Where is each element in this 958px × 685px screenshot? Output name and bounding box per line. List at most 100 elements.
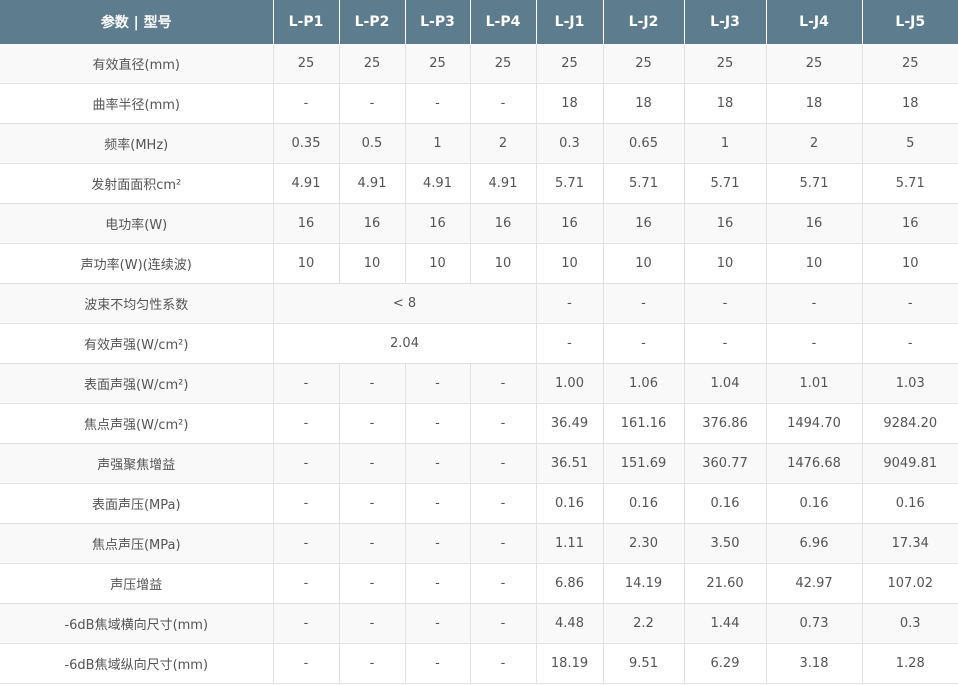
table-row: 发射面面积cm² 4.91 4.91 4.91 4.91 5.71 5.71 5.71 5.71… — [0, 163, 958, 204]
table-cell: 18 — [684, 83, 767, 124]
table-cell: - — [273, 403, 340, 444]
table-cell: 4.48 — [536, 603, 604, 644]
row-label: 焦点声强(W/cm²) — [0, 403, 274, 444]
table-cell: 25 — [862, 44, 958, 84]
table-cell: 1476.68 — [766, 443, 863, 484]
table-cell: 1.04 — [684, 363, 767, 404]
table-cell: 5.71 — [536, 163, 604, 204]
table-cell: 25 — [405, 44, 471, 84]
table-cell: - — [470, 363, 537, 404]
table-cell: - — [470, 443, 537, 484]
table-cell: 16 — [470, 203, 537, 244]
table-cell: 0.5 — [339, 123, 406, 164]
table-cell: 6.96 — [766, 523, 863, 564]
table-cell: 6.86 — [536, 563, 604, 604]
table-cell: - — [339, 523, 406, 564]
table-cell: 5.71 — [684, 163, 767, 204]
table-cell: 9049.81 — [862, 443, 958, 484]
row-label: 有效声强(W/cm²) — [0, 323, 274, 364]
table-cell: 6.29 — [684, 643, 767, 684]
table-cell: 1.28 — [862, 643, 958, 684]
table-cell: 0.16 — [603, 483, 685, 524]
table-cell: 2.30 — [603, 523, 685, 564]
table-cell: 0.3 — [536, 123, 604, 164]
table-cell: - — [339, 403, 406, 444]
table-cell: 4.91 — [339, 163, 406, 204]
table-cell: - — [405, 523, 471, 564]
table-cell: - — [405, 563, 471, 604]
table-cell: - — [273, 83, 340, 124]
table-cell: 25 — [684, 44, 767, 84]
table-cell: 1 — [684, 123, 767, 164]
header-l-j3: L-J3 — [684, 0, 767, 44]
table-cell: 21.60 — [684, 563, 767, 604]
table-cell: 2.2 — [603, 603, 685, 644]
table-cell: - — [339, 563, 406, 604]
table-cell: 16 — [339, 203, 406, 244]
table-row: 声压增益 - - - -6.86 14.19 21.60 42.97 107.02 — [0, 563, 958, 604]
table-cell: - — [273, 563, 340, 604]
table-cell: 2 — [470, 123, 537, 164]
row-label: 声强聚焦增益 — [0, 443, 274, 484]
table-cell: 0.35 — [273, 123, 340, 164]
table-cell: 5.71 — [603, 163, 685, 204]
table-row: 曲率半径(mm) - - - -18 18 18 18 18 — [0, 83, 958, 124]
table-cell: 3.18 — [766, 643, 863, 684]
table-row: 有效声强(W/cm²) 2.04- - - - - — [0, 323, 958, 364]
table-cell: - — [470, 523, 537, 564]
table-cell: - — [339, 443, 406, 484]
table-cell: - — [405, 363, 471, 404]
table-cell: 18 — [862, 83, 958, 124]
merged-cell: < 8 — [273, 283, 537, 324]
table-row: 表面声强(W/cm²) - - - -1.00 1.06 1.04 1.01 1.03 — [0, 363, 958, 404]
table-cell: 10 — [536, 243, 604, 284]
table-cell: 10 — [339, 243, 406, 284]
table-cell: 0.73 — [766, 603, 863, 644]
table-cell: 4.91 — [405, 163, 471, 204]
table-cell: 4.91 — [470, 163, 537, 204]
table-cell: - — [766, 283, 863, 324]
table-cell: 151.69 — [603, 443, 685, 484]
header-l-p2: L-P2 — [339, 0, 406, 44]
row-label: 有效直径(mm) — [0, 44, 274, 84]
table-cell: - — [684, 323, 767, 364]
table-cell: 25 — [603, 44, 685, 84]
table-cell: 9284.20 — [862, 403, 958, 444]
table-cell: 16 — [684, 203, 767, 244]
table-cell: - — [339, 643, 406, 684]
table-cell: 16 — [536, 203, 604, 244]
table-cell: - — [405, 403, 471, 444]
row-label: 声功率(W)(连续波) — [0, 243, 274, 284]
table-cell: 36.51 — [536, 443, 604, 484]
table-row: -6dB焦域横向尺寸(mm) - - - -4.48 2.2 1.44 0.73 0.3 — [0, 603, 958, 644]
table-cell: 18 — [603, 83, 685, 124]
table-cell: - — [273, 523, 340, 564]
table-cell: 1.11 — [536, 523, 604, 564]
header-l-j2: L-J2 — [603, 0, 685, 44]
row-label: 焦点声压(MPa) — [0, 523, 274, 564]
table-cell: 5.71 — [862, 163, 958, 204]
table-cell: 16 — [766, 203, 863, 244]
table-cell: 1.03 — [862, 363, 958, 404]
table-cell: 25 — [536, 44, 604, 84]
table-cell: 1.06 — [603, 363, 685, 404]
table-cell: - — [405, 443, 471, 484]
table-cell: - — [339, 483, 406, 524]
table-cell: - — [470, 403, 537, 444]
row-label: 波束不均匀性系数 — [0, 283, 274, 324]
table-cell: 17.34 — [862, 523, 958, 564]
table-cell: - — [339, 603, 406, 644]
table-cell: - — [862, 283, 958, 324]
table-cell: - — [603, 323, 685, 364]
table-cell: 42.97 — [766, 563, 863, 604]
table-cell: 0.16 — [536, 483, 604, 524]
table-cell: 10 — [684, 243, 767, 284]
table-cell: 18 — [536, 83, 604, 124]
table-cell: - — [273, 443, 340, 484]
table-cell: 16 — [603, 203, 685, 244]
table-cell: - — [273, 483, 340, 524]
table-cell: 25 — [339, 44, 406, 84]
table-row: 焦点声强(W/cm²) - - - -36.49 161.16 376.86 1494.70 9… — [0, 403, 958, 444]
table-cell: 10 — [470, 243, 537, 284]
table-cell: - — [470, 603, 537, 644]
